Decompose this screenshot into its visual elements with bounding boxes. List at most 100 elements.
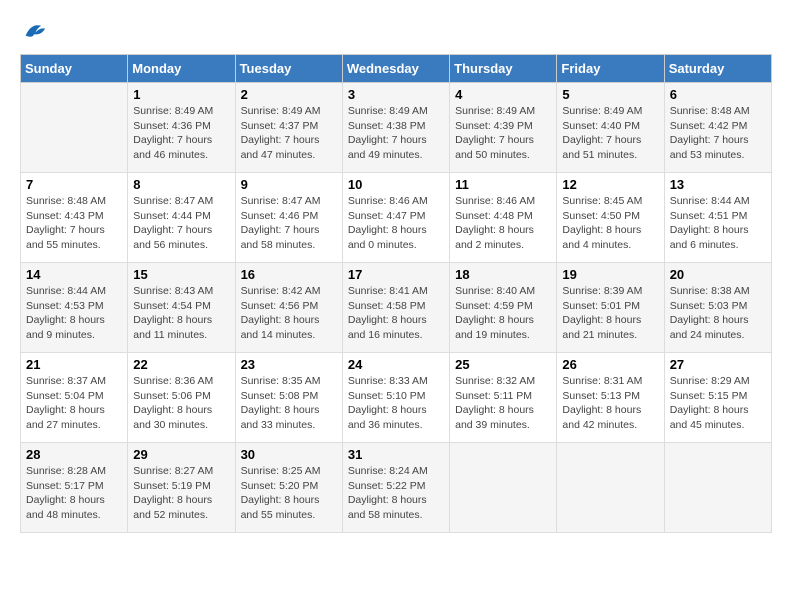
day-info: Sunrise: 8:41 AMSunset: 4:58 PMDaylight:… [348,284,444,343]
days-header-row: SundayMondayTuesdayWednesdayThursdayFrid… [21,55,772,83]
calendar-cell: 27 Sunrise: 8:29 AMSunset: 5:15 PMDayligh… [664,353,771,443]
week-row-3: 14 Sunrise: 8:44 AMSunset: 4:53 PMDayligh… [21,263,772,353]
day-header-saturday: Saturday [664,55,771,83]
day-number: 6 [670,87,766,102]
calendar-cell: 25Sunrise: 8:32 AMSunset: 5:11 PMDayligh… [450,353,557,443]
calendar-cell: 31Sunrise: 8:24 AMSunset: 5:22 PMDayligh… [342,443,449,533]
day-number: 5 [562,87,658,102]
day-info: Sunrise: 8:35 AMSunset: 5:08 PMDaylight:… [241,374,337,433]
week-row-5: 28Sunrise: 8:28 AMSunset: 5:17 PMDayligh… [21,443,772,533]
day-number: 22 [133,357,229,372]
calendar-cell: 17 Sunrise: 8:41 AMSunset: 4:58 PMDayligh… [342,263,449,353]
calendar-cell [557,443,664,533]
day-number: 4 [455,87,551,102]
calendar-cell: 8 Sunrise: 8:47 AMSunset: 4:44 PMDaylight… [128,173,235,263]
day-info: Sunrise: 8:40 AMSunset: 4:59 PMDaylight:… [455,284,551,343]
day-header-monday: Monday [128,55,235,83]
day-info: Sunrise: 8:42 AMSunset: 4:56 PMDaylight:… [241,284,337,343]
calendar-cell: 29 Sunrise: 8:27 AMSunset: 5:19 PMDayligh… [128,443,235,533]
day-number: 13 [670,177,766,192]
calendar-cell: 7 Sunrise: 8:48 AMSunset: 4:43 PMDaylight… [21,173,128,263]
day-number: 11 [455,177,551,192]
calendar-cell: 24 Sunrise: 8:33 AMSunset: 5:10 PMDayligh… [342,353,449,443]
day-info: Sunrise: 8:44 AMSunset: 4:53 PMDaylight:… [26,284,122,343]
day-header-friday: Friday [557,55,664,83]
day-info: Sunrise: 8:49 AMSunset: 4:37 PMDaylight:… [241,104,337,163]
day-number: 23 [241,357,337,372]
day-number: 15 [133,267,229,282]
day-number: 20 [670,267,766,282]
day-info: Sunrise: 8:31 AMSunset: 5:13 PMDaylight:… [562,374,658,433]
calendar-cell: 16 Sunrise: 8:42 AMSunset: 4:56 PMDayligh… [235,263,342,353]
calendar-cell: 26 Sunrise: 8:31 AMSunset: 5:13 PMDayligh… [557,353,664,443]
day-header-tuesday: Tuesday [235,55,342,83]
day-number: 19 [562,267,658,282]
day-info: Sunrise: 8:47 AMSunset: 4:46 PMDaylight:… [241,194,337,253]
calendar-cell [450,443,557,533]
day-info: Sunrise: 8:46 AMSunset: 4:47 PMDaylight:… [348,194,444,253]
calendar-cell: 1 Sunrise: 8:49 AMSunset: 4:36 PMDaylight… [128,83,235,173]
day-number: 1 [133,87,229,102]
day-number: 30 [241,447,337,462]
calendar-cell: 21 Sunrise: 8:37 AMSunset: 5:04 PMDayligh… [21,353,128,443]
day-info: Sunrise: 8:37 AMSunset: 5:04 PMDaylight:… [26,374,122,433]
calendar-cell: 19 Sunrise: 8:39 AMSunset: 5:01 PMDayligh… [557,263,664,353]
day-number: 2 [241,87,337,102]
calendar-cell: 12Sunrise: 8:45 AMSunset: 4:50 PMDayligh… [557,173,664,263]
day-number: 24 [348,357,444,372]
week-row-2: 7 Sunrise: 8:48 AMSunset: 4:43 PMDaylight… [21,173,772,263]
day-info: Sunrise: 8:49 AMSunset: 4:36 PMDaylight:… [133,104,229,163]
day-info: Sunrise: 8:29 AMSunset: 5:15 PMDaylight:… [670,374,766,433]
day-number: 31 [348,447,444,462]
day-number: 18 [455,267,551,282]
calendar-cell: 22Sunrise: 8:36 AMSunset: 5:06 PMDayligh… [128,353,235,443]
calendar-cell: 9 Sunrise: 8:47 AMSunset: 4:46 PMDaylight… [235,173,342,263]
calendar-table: SundayMondayTuesdayWednesdayThursdayFrid… [20,54,772,533]
calendar-cell: 11 Sunrise: 8:46 AMSunset: 4:48 PMDayligh… [450,173,557,263]
page-header [20,16,772,44]
calendar-cell: 10Sunrise: 8:46 AMSunset: 4:47 PMDayligh… [342,173,449,263]
day-number: 9 [241,177,337,192]
day-number: 8 [133,177,229,192]
day-info: Sunrise: 8:45 AMSunset: 4:50 PMDaylight:… [562,194,658,253]
day-info: Sunrise: 8:48 AMSunset: 4:42 PMDaylight:… [670,104,766,163]
calendar-cell: 20 Sunrise: 8:38 AMSunset: 5:03 PMDayligh… [664,263,771,353]
week-row-1: 1 Sunrise: 8:49 AMSunset: 4:36 PMDaylight… [21,83,772,173]
day-info: Sunrise: 8:46 AMSunset: 4:48 PMDaylight:… [455,194,551,253]
day-number: 16 [241,267,337,282]
day-number: 26 [562,357,658,372]
calendar-cell: 13 Sunrise: 8:44 AMSunset: 4:51 PMDayligh… [664,173,771,263]
day-info: Sunrise: 8:47 AMSunset: 4:44 PMDaylight:… [133,194,229,253]
day-number: 17 [348,267,444,282]
day-info: Sunrise: 8:49 AMSunset: 4:40 PMDaylight:… [562,104,658,163]
day-info: Sunrise: 8:27 AMSunset: 5:19 PMDaylight:… [133,464,229,523]
day-number: 7 [26,177,122,192]
day-info: Sunrise: 8:25 AMSunset: 5:20 PMDaylight:… [241,464,337,523]
day-info: Sunrise: 8:38 AMSunset: 5:03 PMDaylight:… [670,284,766,343]
calendar-cell: 14 Sunrise: 8:44 AMSunset: 4:53 PMDayligh… [21,263,128,353]
calendar-cell: 5 Sunrise: 8:49 AMSunset: 4:40 PMDaylight… [557,83,664,173]
day-number: 14 [26,267,122,282]
day-header-wednesday: Wednesday [342,55,449,83]
calendar-cell: 23 Sunrise: 8:35 AMSunset: 5:08 PMDayligh… [235,353,342,443]
day-info: Sunrise: 8:32 AMSunset: 5:11 PMDaylight:… [455,374,551,433]
day-number: 27 [670,357,766,372]
day-number: 21 [26,357,122,372]
calendar-cell: 2 Sunrise: 8:49 AMSunset: 4:37 PMDaylight… [235,83,342,173]
calendar-cell: 30 Sunrise: 8:25 AMSunset: 5:20 PMDayligh… [235,443,342,533]
day-info: Sunrise: 8:33 AMSunset: 5:10 PMDaylight:… [348,374,444,433]
logo [20,16,52,44]
calendar-cell: 6 Sunrise: 8:48 AMSunset: 4:42 PMDaylight… [664,83,771,173]
day-info: Sunrise: 8:44 AMSunset: 4:51 PMDaylight:… [670,194,766,253]
day-info: Sunrise: 8:48 AMSunset: 4:43 PMDaylight:… [26,194,122,253]
day-info: Sunrise: 8:39 AMSunset: 5:01 PMDaylight:… [562,284,658,343]
day-number: 29 [133,447,229,462]
day-info: Sunrise: 8:43 AMSunset: 4:54 PMDaylight:… [133,284,229,343]
week-row-4: 21 Sunrise: 8:37 AMSunset: 5:04 PMDayligh… [21,353,772,443]
day-header-thursday: Thursday [450,55,557,83]
calendar-cell: 4Sunrise: 8:49 AMSunset: 4:39 PMDaylight… [450,83,557,173]
day-number: 3 [348,87,444,102]
calendar-cell [664,443,771,533]
logo-icon [20,16,48,44]
day-info: Sunrise: 8:49 AMSunset: 4:38 PMDaylight:… [348,104,444,163]
